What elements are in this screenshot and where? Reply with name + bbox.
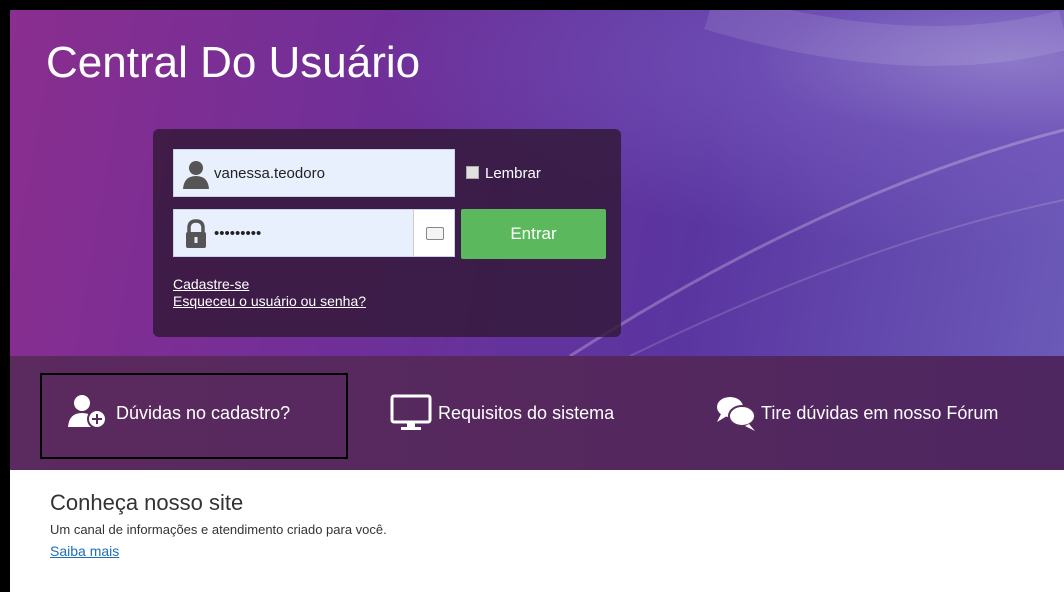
left-border — [0, 0, 10, 592]
hero-banner: Central Do Usuário vanessa.teodoro Lembr… — [10, 10, 1064, 356]
monitor-icon — [390, 394, 432, 430]
virtual-keyboard-button[interactable] — [413, 210, 454, 256]
password-value: ••••••••• — [214, 225, 262, 242]
login-links: Cadastre-se Esqueceu o usuário ou senha? — [173, 276, 366, 310]
username-value: vanessa.teodoro — [214, 165, 325, 182]
nav-label: Dúvidas no cadastro? — [116, 403, 291, 423]
nav-label: Requisitos do sistema — [438, 403, 615, 423]
help-navbar: Dúvidas no cadastro? Requisitos do siste… — [10, 356, 1064, 470]
register-link[interactable]: Cadastre-se — [173, 276, 366, 293]
keyboard-icon — [426, 227, 444, 240]
lock-icon — [186, 219, 206, 248]
about-heading: Conheça nosso site — [50, 490, 244, 515]
user-add-icon — [68, 395, 107, 429]
nav-label: Tire dúvidas em nosso Fórum — [761, 403, 999, 423]
remember-checkbox[interactable]: Lembrar — [466, 165, 541, 182]
about-section: Conheça nosso site Um canal de informaçõ… — [50, 490, 387, 559]
checkbox-box[interactable] — [466, 166, 479, 179]
learn-more-link[interactable]: Saiba mais — [50, 543, 387, 559]
remember-label: Lembrar — [485, 165, 541, 182]
user-icon — [183, 161, 209, 189]
login-form: vanessa.teodoro Lembrar ••••••••• Entrar… — [153, 129, 621, 337]
username-field[interactable]: vanessa.teodoro — [173, 149, 455, 197]
nav-item-system-requirements[interactable]: Requisitos do sistema — [390, 356, 680, 470]
page-title: Central Do Usuário — [46, 38, 421, 87]
chat-bubbles-icon — [717, 397, 756, 431]
nav-item-forum[interactable]: Tire dúvidas em nosso Fórum — [715, 356, 1064, 470]
about-description: Um canal de informações e atendimento cr… — [50, 522, 387, 537]
nav-item-registration-help[interactable]: Dúvidas no cadastro? — [40, 373, 348, 459]
submit-button[interactable]: Entrar — [461, 209, 606, 259]
forgot-password-link[interactable]: Esqueceu o usuário ou senha? — [173, 293, 366, 310]
top-border — [0, 0, 1064, 10]
password-field[interactable]: ••••••••• — [173, 209, 455, 257]
